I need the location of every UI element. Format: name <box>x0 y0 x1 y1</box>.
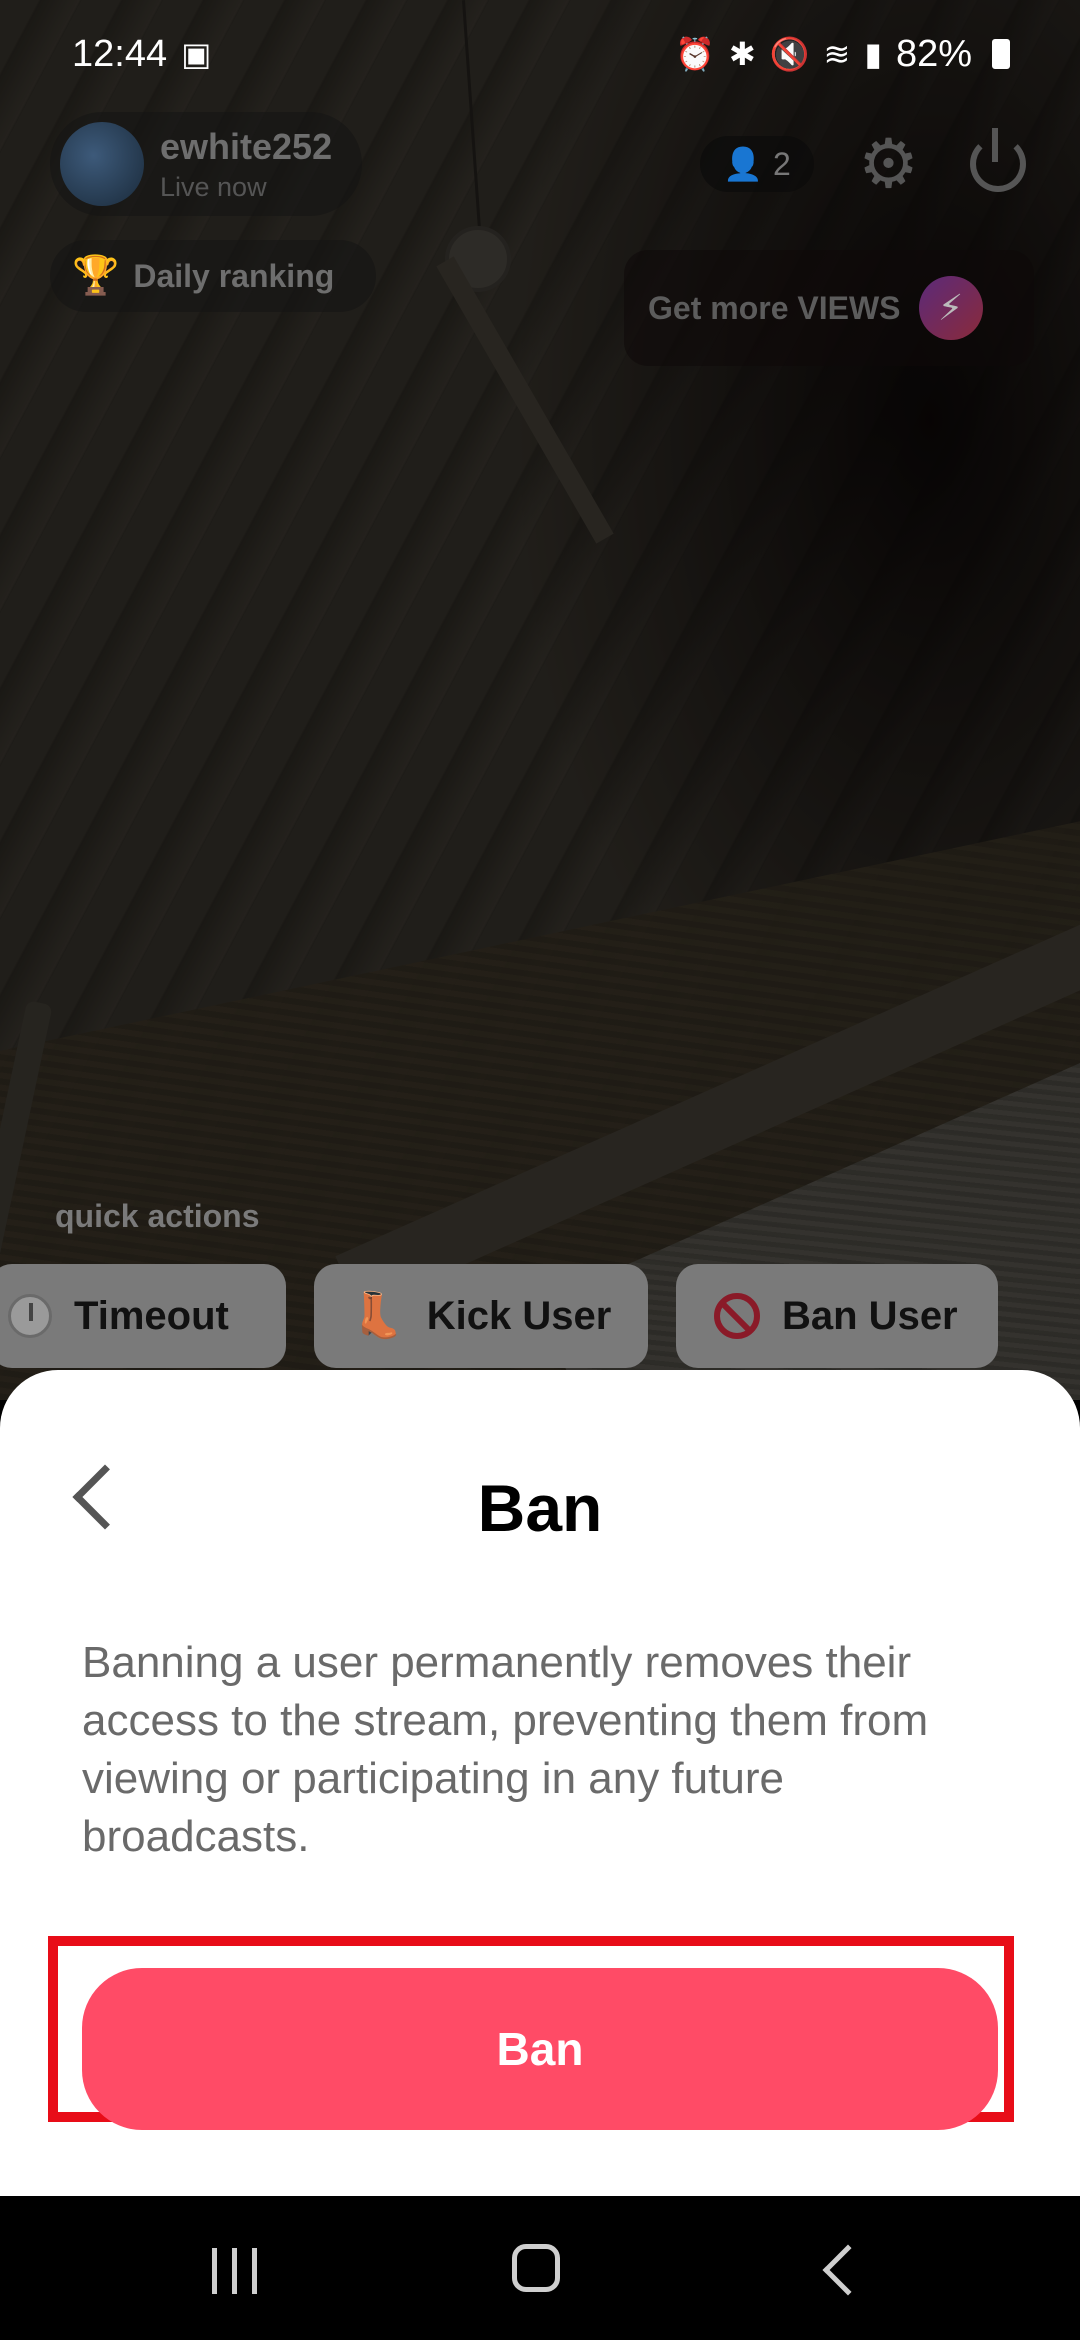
trophy-icon: 🏆 <box>72 255 120 297</box>
kick-user-button[interactable]: 👢 Kick User <box>314 1264 648 1368</box>
recents-icon[interactable] <box>212 2248 258 2294</box>
alarm-icon: ⏰ <box>675 36 715 72</box>
power-icon[interactable] <box>970 128 1026 192</box>
no-entry-icon <box>714 1293 760 1339</box>
kick-user-label: Kick User <box>426 1293 612 1338</box>
ban-sheet: Ban Banning a user permanently removes t… <box>0 1370 1080 2196</box>
live-status: Live now <box>160 171 267 202</box>
sheet-description: Banning a user permanently removes their… <box>82 1638 929 1861</box>
status-bar: 12:44 ▣ ⏰ ✱ 🔇 ≋ ▮ 82% <box>0 0 1080 108</box>
bluetooth-icon: ✱ <box>728 36 756 72</box>
viewer-count-badge[interactable]: 👤 2 <box>700 136 814 192</box>
person-icon: 👤 <box>723 146 764 182</box>
screen: 12:44 ▣ ⏰ ✱ 🔇 ≋ ▮ 82% ewhite252 Live now… <box>0 0 1080 2340</box>
ban-user-label: Ban User <box>782 1293 958 1338</box>
daily-ranking-button[interactable]: 🏆 Daily ranking <box>50 240 376 312</box>
timer-icon <box>8 1294 52 1338</box>
image-icon: ▣ <box>181 36 212 72</box>
daily-ranking-label: Daily ranking <box>133 257 335 294</box>
get-more-views-button[interactable]: Get more VIEWS ⚡ <box>624 250 1034 366</box>
ban-confirm-button[interactable]: Ban <box>82 1968 998 2130</box>
boot-icon: 👢 <box>350 1291 405 1340</box>
viewer-count: 2 <box>773 145 791 182</box>
get-more-views-label: Get more VIEWS <box>648 289 901 326</box>
mute-icon: 🔇 <box>769 36 810 72</box>
lightning-icon: ⚡ <box>918 276 983 340</box>
timeout-button[interactable]: Timeout <box>0 1264 286 1368</box>
quick-actions-label: quick actions <box>55 1198 260 1234</box>
signal-icon: ▮ <box>864 36 882 72</box>
streamer-profile[interactable]: ewhite252 Live now <box>50 112 362 216</box>
sheet-title: Ban <box>477 1471 603 1545</box>
timeout-label: Timeout <box>74 1293 229 1338</box>
streamer-username: ewhite252 <box>160 125 333 167</box>
back-icon[interactable] <box>822 2244 874 2296</box>
avatar <box>60 122 144 206</box>
battery-level: 82% <box>895 32 972 75</box>
gear-icon[interactable]: ⚙ <box>858 130 919 198</box>
system-nav-bar <box>0 2196 1080 2340</box>
status-time: 12:44 <box>72 32 168 75</box>
wifi-icon: ≋ <box>823 36 851 72</box>
home-icon[interactable] <box>512 2244 560 2292</box>
ban-user-button[interactable]: Ban User <box>676 1264 998 1368</box>
battery-icon <box>992 39 1010 69</box>
